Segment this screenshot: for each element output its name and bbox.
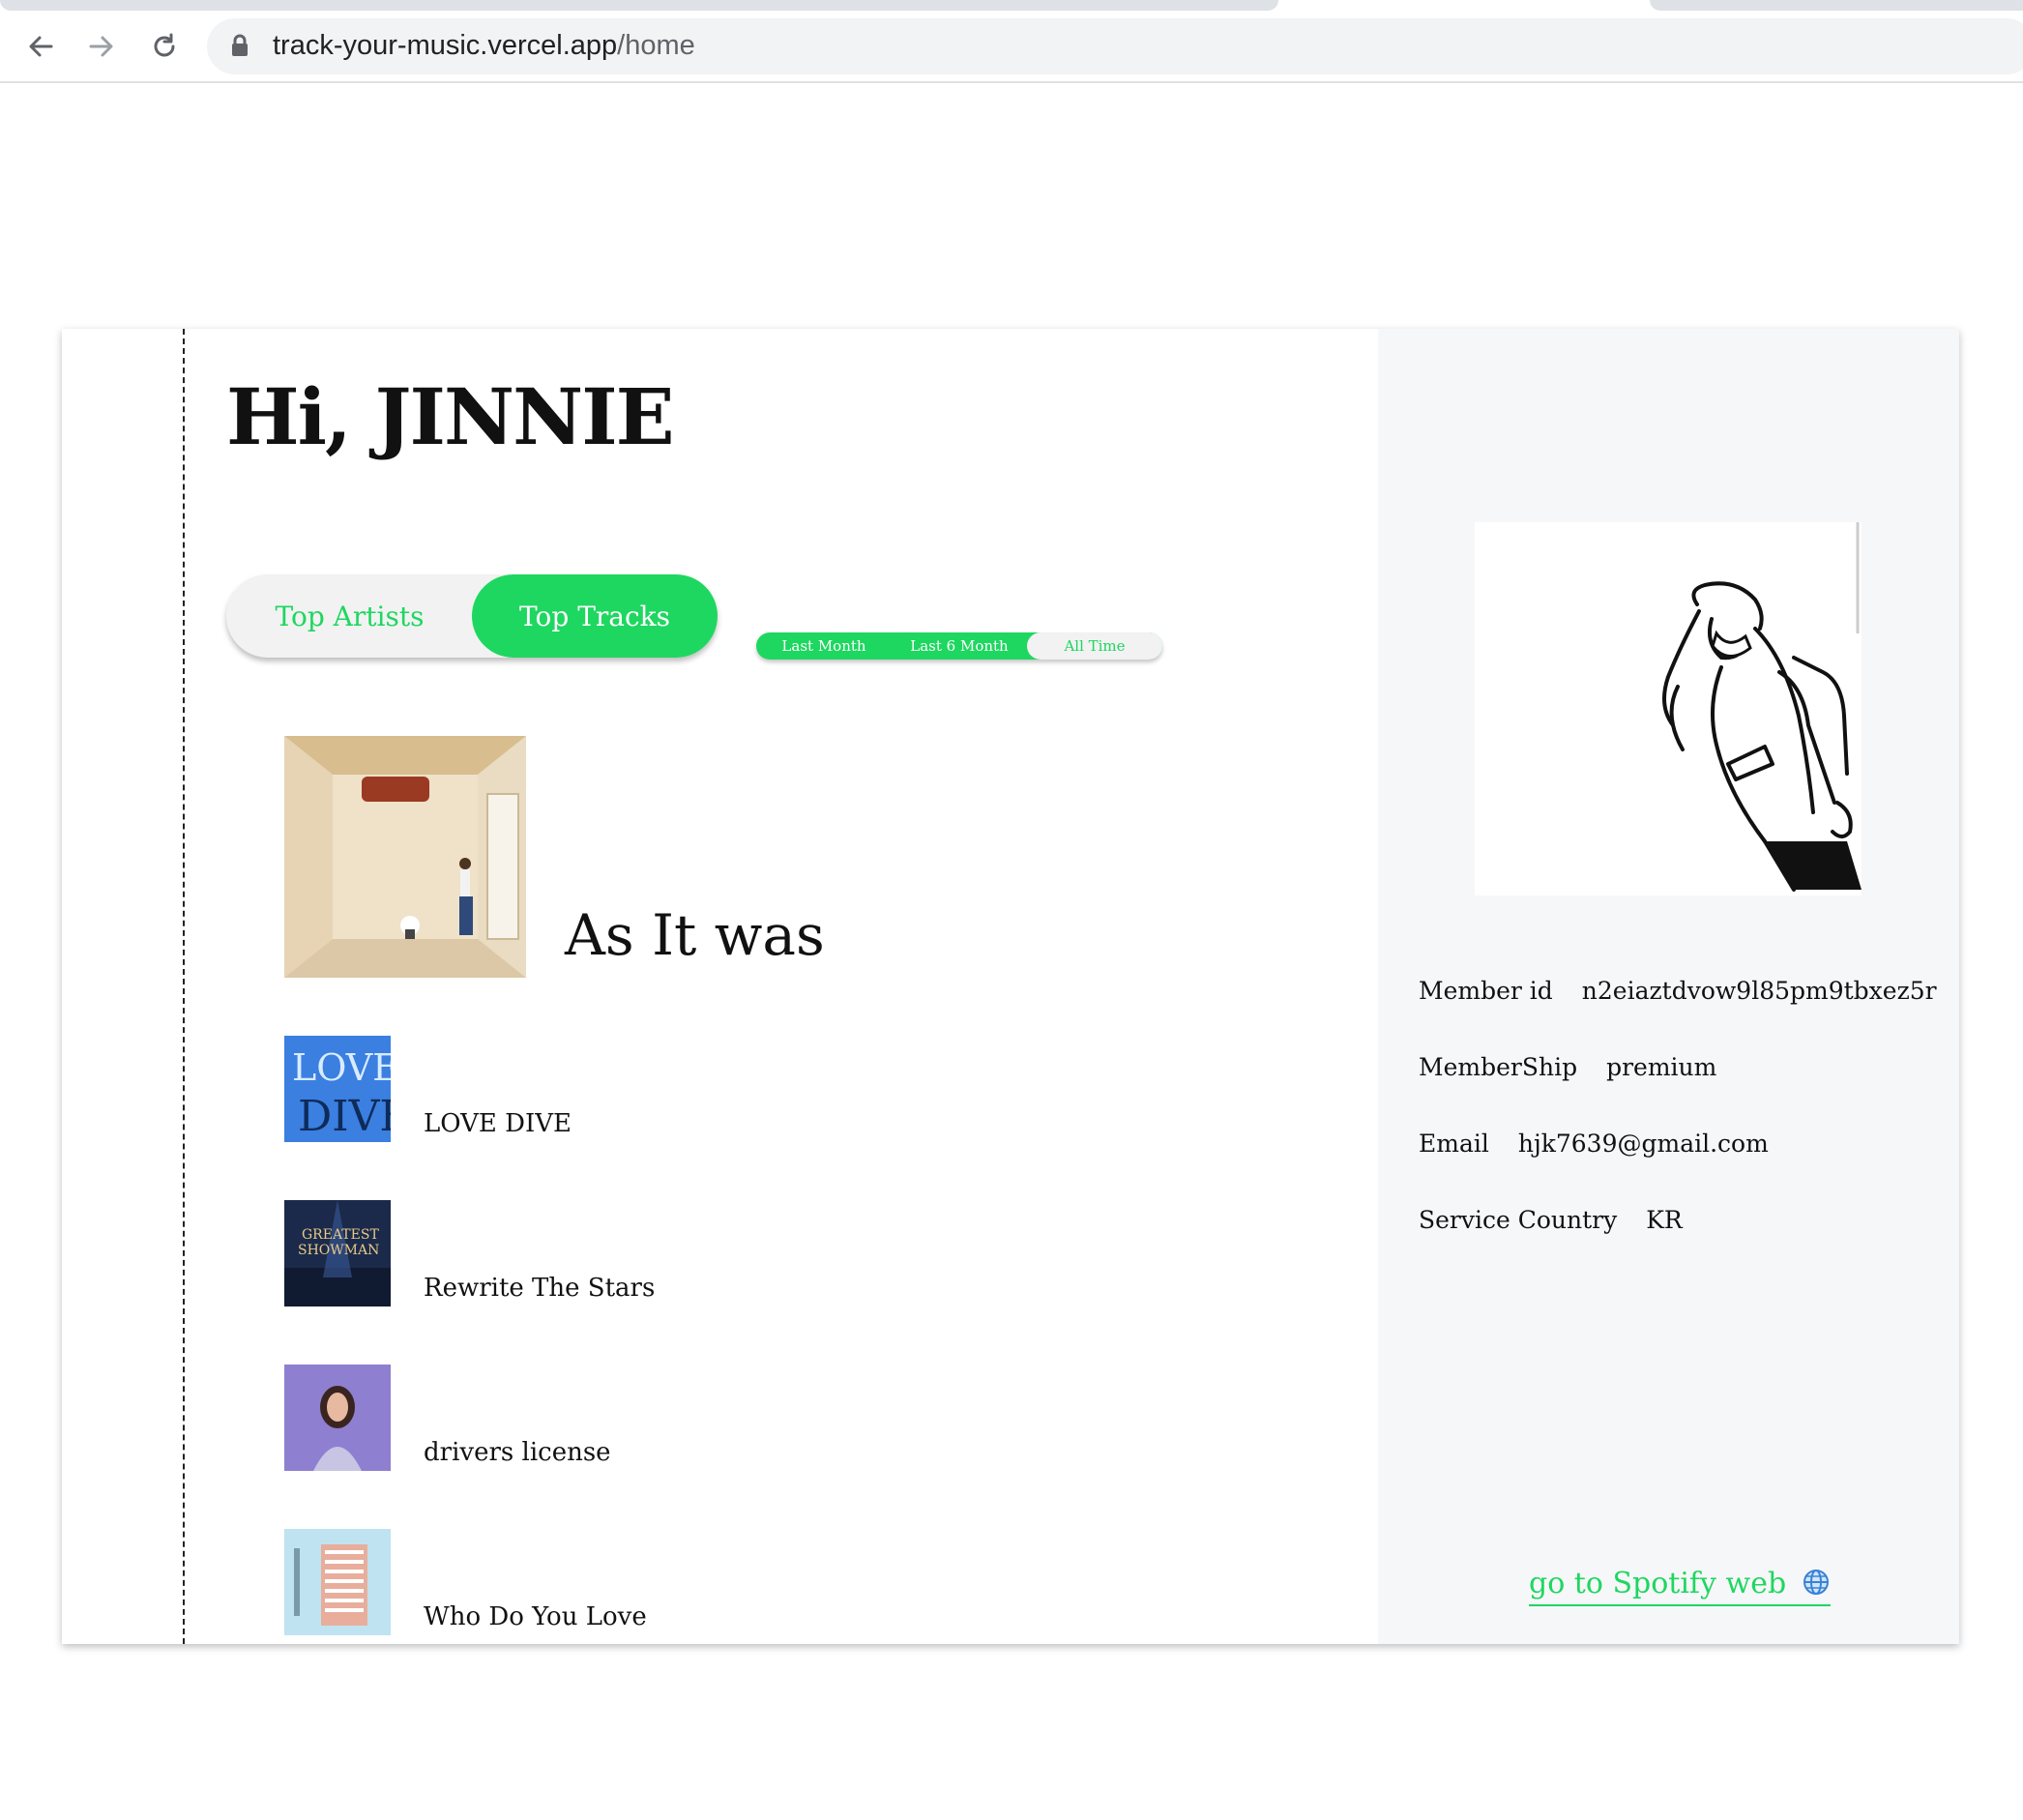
svg-text:SHOWMAN: SHOWMAN (298, 1243, 379, 1258)
browser-tab[interactable] (0, 0, 1278, 11)
page-title: Hi, JINNIE (226, 371, 675, 462)
field-value: n2eiaztdvow9l85pm9tbxez5r (1581, 977, 1937, 1005)
category-switch: Top Artists Top Tracks (226, 574, 718, 658)
field-label: Member id (1419, 977, 1553, 1005)
spotify-link-label: go to Spotify web (1529, 1567, 1787, 1600)
lock-icon (232, 34, 248, 56)
track-title: Who Do You Love (424, 1602, 647, 1631)
url-text: track-your-music.vercel.app/home (273, 30, 695, 62)
url-path: /home (617, 30, 695, 61)
time-range-switch: Last Month Last 6 Month All Time (756, 632, 1162, 660)
spotify-web-link[interactable]: go to Spotify web (1529, 1567, 1831, 1606)
album-cover: LOVE DIVE (284, 1036, 391, 1142)
address-bar[interactable]: track-your-music.vercel.app/home (207, 18, 2023, 74)
album-cover (284, 1529, 391, 1635)
tab-top-artists[interactable]: Top Artists (226, 574, 473, 658)
forward-button[interactable] (80, 25, 123, 68)
track-title: LOVE DIVE (424, 1109, 572, 1138)
field-value: premium (1606, 1053, 1717, 1081)
reload-icon (154, 33, 175, 57)
field-label: Email (1419, 1130, 1489, 1158)
profile-row-membership: MemberShip premium (1419, 1053, 1716, 1081)
dashed-divider (183, 329, 185, 1644)
track-title: Rewrite The Stars (424, 1274, 656, 1303)
arrow-right-icon (89, 36, 113, 57)
field-label: MemberShip (1419, 1053, 1578, 1081)
browser-toolbar: track-your-music.vercel.app/home (0, 13, 2023, 83)
album-cover (284, 736, 526, 978)
field-value: hjk7639@gmail.com (1517, 1130, 1769, 1158)
range-all-time[interactable]: All Time (1027, 632, 1162, 660)
profile-row-service-country: Service Country KR (1419, 1206, 1683, 1234)
avatar-illustration (1662, 522, 1862, 892)
album-cover (284, 1365, 391, 1471)
tab-strip (0, 0, 2023, 13)
track-title: drivers license (424, 1438, 611, 1467)
reload-button[interactable] (143, 25, 186, 68)
arrow-left-icon (29, 36, 53, 57)
svg-text:GREATEST: GREATEST (302, 1227, 379, 1243)
profile-panel: Member id n2eiaztdvow9l85pm9tbxez5r Membe… (1378, 329, 1959, 1644)
field-label: Service Country (1419, 1206, 1618, 1234)
browser-tab[interactable] (1650, 0, 2023, 11)
album-cover: GREATEST SHOWMAN (284, 1200, 391, 1306)
profile-row-member-id: Member id n2eiaztdvow9l85pm9tbxez5r (1419, 977, 1937, 1005)
range-last-6-month[interactable]: Last 6 Month (892, 632, 1027, 660)
track-title: As It was (565, 902, 825, 968)
svg-text:LOVE: LOVE (292, 1046, 391, 1089)
avatar (1475, 522, 1862, 895)
profile-row-email: Email hjk7639@gmail.com (1419, 1130, 1769, 1158)
url-host: track-your-music.vercel.app (273, 30, 618, 61)
app-card: Hi, JINNIE Top Artists Top Tracks Last M… (62, 329, 1959, 1644)
back-button[interactable] (19, 25, 62, 68)
range-last-month[interactable]: Last Month (756, 632, 892, 660)
svg-text:DIVE: DIVE (298, 1092, 391, 1141)
field-value: KR (1646, 1206, 1683, 1234)
tab-top-tracks[interactable]: Top Tracks (472, 574, 718, 658)
globe-icon (1803, 1570, 1829, 1595)
